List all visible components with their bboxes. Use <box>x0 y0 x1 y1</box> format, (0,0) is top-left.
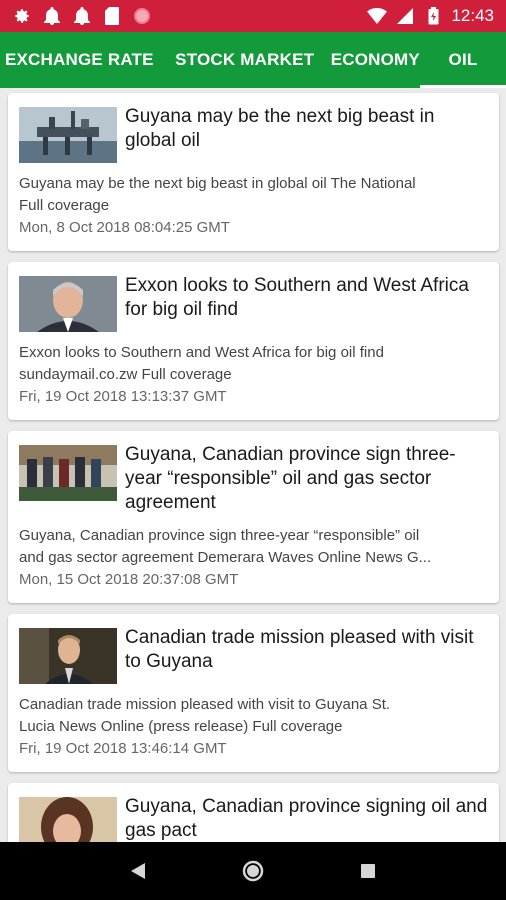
news-card[interactable]: Exxon looks to Southern and West Africa … <box>8 262 499 420</box>
article-headline[interactable]: Guyana may be the next big beast in glob… <box>125 105 488 153</box>
sd-card-icon <box>102 6 122 26</box>
man-portrait-image <box>19 276 117 332</box>
summary-line: and gas sector agreement Demerara Waves … <box>19 549 432 566</box>
article-date: Fri, 19 Oct 2018 13:46:14 GMT <box>19 740 227 757</box>
article-date: Mon, 8 Oct 2018 08:04:25 GMT <box>19 219 230 236</box>
wifi-icon <box>367 6 388 26</box>
news-card[interactable]: Guyana may be the next big beast in glob… <box>8 93 499 251</box>
summary-line: Exxon looks to Southern and West Africa … <box>19 344 384 361</box>
record-icon <box>132 6 152 26</box>
home-icon[interactable] <box>233 851 273 891</box>
bell-icon <box>72 6 92 26</box>
status-time: 12:43 <box>451 6 494 25</box>
tab-economy[interactable]: ECONOMY <box>331 32 420 88</box>
news-card[interactable]: Canadian trade mission pleased with visi… <box>8 614 499 772</box>
bell-icon <box>42 6 62 26</box>
tab-stock-market[interactable]: STOCK MARKET <box>159 32 331 88</box>
navigation-bar <box>0 842 506 900</box>
oil-rig-image <box>19 107 117 163</box>
recents-icon[interactable] <box>348 851 388 891</box>
article-date: Fri, 19 Oct 2018 13:13:37 GMT <box>19 388 227 405</box>
battery-icon <box>423 6 443 26</box>
speaker-image <box>19 628 117 684</box>
article-headline[interactable]: Guyana, Canadian province signing oil an… <box>125 795 488 842</box>
summary-line: Guyana may be the next big beast in glob… <box>19 175 416 192</box>
tab-exchange-rate[interactable]: EXCHANGE RATE <box>0 32 159 88</box>
tab-bar: EXCHANGE RATE STOCK MARKET ECONOMY OIL <box>0 32 506 88</box>
signal-icon <box>395 6 415 26</box>
summary-line: Full coverage <box>19 197 110 214</box>
article-headline[interactable]: Exxon looks to Southern and West Africa … <box>125 274 488 322</box>
woman-portrait-image <box>19 797 117 842</box>
tab-oil[interactable]: OIL <box>419 32 506 88</box>
article-summary: Guyana may be the next big beast in glob… <box>19 173 488 217</box>
news-feed[interactable]: Guyana may be the next big beast in glob… <box>0 88 506 842</box>
summary-line: Lucia News Online (press release) Full c… <box>19 718 343 735</box>
article-headline[interactable]: Canadian trade mission pleased with visi… <box>125 626 488 674</box>
summary-line: Canadian trade mission pleased with visi… <box>19 696 391 713</box>
article-headline[interactable]: Guyana, Canadian province sign three-yea… <box>125 443 488 515</box>
article-date: Mon, 15 Oct 2018 20:37:08 GMT <box>19 571 239 588</box>
summary-line: sundaymail.co.zw Full coverage <box>19 366 232 383</box>
news-card[interactable]: Guyana, Canadian province sign three-yea… <box>8 431 499 603</box>
status-bar: 12:43 <box>0 0 506 32</box>
summary-line: Guyana, Canadian province sign three-yea… <box>19 527 420 544</box>
article-summary: Exxon looks to Southern and West Africa … <box>19 342 488 386</box>
article-summary: Canadian trade mission pleased with visi… <box>19 694 488 738</box>
news-card[interactable]: Guyana, Canadian province signing oil an… <box>8 783 499 842</box>
settings-icon <box>12 6 32 26</box>
article-summary: Guyana, Canadian province sign three-yea… <box>19 525 488 569</box>
back-icon[interactable] <box>118 851 158 891</box>
group-signing-image <box>19 445 117 501</box>
